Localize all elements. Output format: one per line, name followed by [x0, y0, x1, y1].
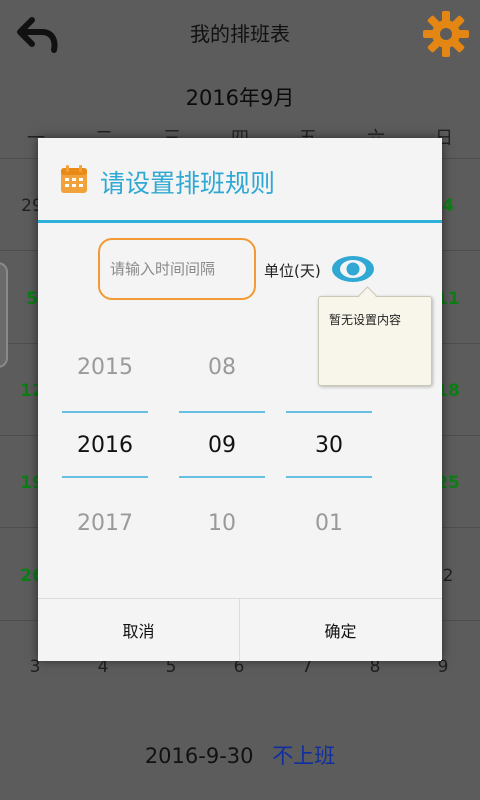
picker-line — [286, 411, 372, 413]
year-selected[interactable]: 2016 — [62, 433, 148, 458]
cancel-button[interactable]: 取消 — [38, 599, 240, 661]
day-selected[interactable]: 30 — [286, 433, 372, 458]
picker-line — [286, 476, 372, 478]
dialog-header: 请设置排班规则 — [38, 138, 442, 220]
picker-line — [62, 411, 148, 413]
picker-line — [179, 476, 265, 478]
month-prev[interactable]: 08 — [179, 355, 265, 380]
month-next[interactable]: 10 — [179, 511, 265, 536]
top-bar: 我的排班表 — [0, 0, 480, 68]
picker-line — [62, 476, 148, 478]
day-picker[interactable]: 30 01 — [286, 343, 372, 573]
confirm-button[interactable]: 确定 — [240, 599, 441, 661]
eye-icon[interactable] — [330, 252, 376, 286]
dialog-buttons: 取消 确定 — [38, 598, 442, 661]
selected-date: 2016-9-30 — [144, 744, 254, 768]
tooltip-text: 暂无设置内容 — [329, 313, 402, 327]
month-picker[interactable]: 08 09 10 — [179, 343, 265, 573]
unit-label: 单位(天) — [264, 262, 321, 280]
schedule-rule-dialog: 请设置排班规则 单位(天) 暂无设置内容 2015 2016 2017 08 0… — [38, 138, 442, 661]
selected-day-status: 2016-9-30 不上班 — [0, 740, 480, 770]
dialog-title: 请设置排班规则 — [100, 169, 276, 198]
side-drawer-handle[interactable] — [0, 262, 8, 368]
gear-icon[interactable] — [420, 8, 472, 60]
year-next[interactable]: 2017 — [62, 511, 148, 536]
work-status: 不上班 — [272, 744, 336, 768]
picker-line — [179, 411, 265, 413]
page-title: 我的排班表 — [190, 22, 290, 46]
year-prev[interactable]: 2015 — [62, 355, 148, 380]
dialog-divider — [38, 220, 442, 223]
interval-input[interactable] — [98, 238, 256, 300]
calendar-icon — [61, 165, 87, 193]
month-label: 2016年9月 — [185, 86, 295, 110]
day-next[interactable]: 01 — [286, 511, 372, 536]
year-picker[interactable]: 2015 2016 2017 — [62, 343, 148, 573]
month-selected[interactable]: 09 — [179, 433, 265, 458]
